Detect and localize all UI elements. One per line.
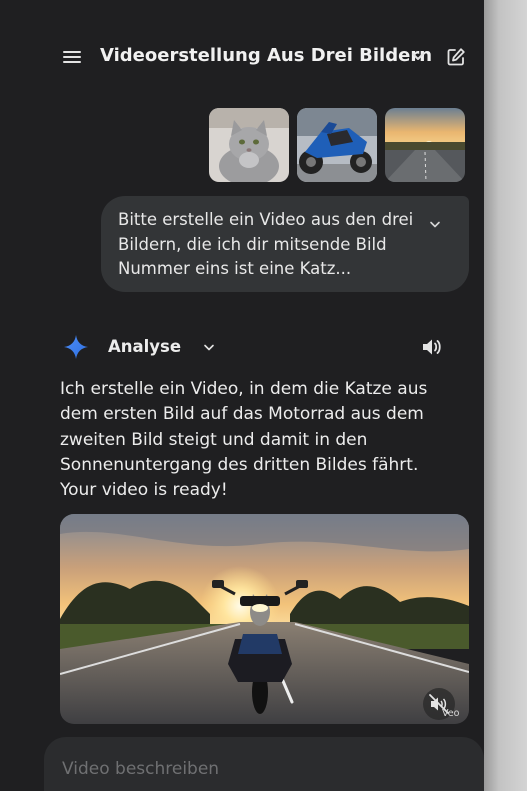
- chat-title[interactable]: Videoerstellung Aus Drei Bildern: [100, 45, 432, 66]
- sparkle-icon: [64, 335, 88, 359]
- user-message-text: Bitte erstelle ein Video aus den drei Bi…: [118, 210, 414, 278]
- hamburger-menu-icon[interactable]: [62, 48, 82, 68]
- motorcycle-image[interactable]: [297, 108, 377, 182]
- top-bar: Videoerstellung Aus Drei Bildern: [0, 28, 484, 88]
- chevron-down-icon[interactable]: [410, 48, 426, 64]
- composer: [44, 737, 484, 791]
- user-message-bubble: Bitte erstelle ein Video aus den drei Bi…: [101, 196, 469, 292]
- background-shade: [484, 0, 527, 791]
- model-selector-label[interactable]: Analyse: [108, 337, 181, 356]
- chat-app: Videoerstellung Aus Drei Bildern Bitte e…: [0, 0, 484, 791]
- edit-square-icon[interactable]: [445, 46, 467, 68]
- assistant-response-text: Ich erstelle ein Video, in dem die Katze…: [60, 379, 428, 501]
- expand-message-chevron-icon[interactable]: [427, 216, 443, 232]
- chevron-down-icon[interactable]: [201, 339, 217, 355]
- speaker-icon[interactable]: [420, 335, 444, 359]
- cat-image[interactable]: [209, 108, 289, 182]
- veo-watermark: Veo: [442, 708, 460, 719]
- prompt-input[interactable]: [62, 755, 442, 783]
- generated-video[interactable]: [60, 514, 469, 724]
- sunset-road-image[interactable]: [385, 108, 465, 182]
